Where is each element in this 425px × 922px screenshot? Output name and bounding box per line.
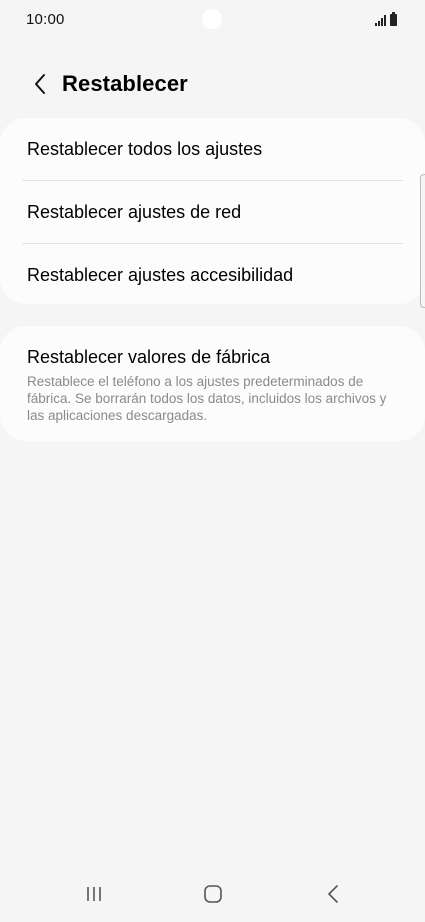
reset-all-settings-item[interactable]: Restablecer todos los ajustes: [0, 118, 425, 180]
status-icons: [375, 12, 397, 26]
factory-reset-title: Restablecer valores de fábrica: [27, 347, 271, 367]
back-button[interactable]: [18, 62, 62, 106]
recent-apps-icon: [87, 887, 101, 901]
status-bar: 10:00: [0, 0, 425, 40]
battery-icon: [390, 12, 397, 26]
list-item-label: Restablecer ajustes de red: [27, 201, 242, 222]
navigation-bar: [0, 866, 425, 922]
camera-cutout: [202, 9, 222, 29]
list-item-label: Restablecer ajustes accesibilidad: [27, 264, 294, 285]
factory-reset-item[interactable]: Restablecer valores de fábrica Restablec…: [0, 326, 425, 424]
scrollbar[interactable]: [420, 174, 425, 308]
header: Restablecer: [0, 62, 425, 106]
chevron-left-icon: [35, 74, 45, 94]
screen: 10:00 Restablecer Restablecer todos los …: [0, 0, 425, 922]
factory-reset-description: Restablece el teléfono a los ajustes pre…: [27, 374, 387, 423]
list-item-label: Restablecer todos los ajustes: [27, 138, 263, 159]
signal-icon: [375, 14, 386, 26]
factory-reset-card: Restablecer valores de fábrica Restablec…: [0, 326, 425, 441]
nav-back-button[interactable]: [313, 880, 353, 908]
reset-accessibility-settings-item[interactable]: Restablecer ajustes accesibilidad: [0, 244, 425, 306]
status-time: 10:00: [26, 11, 65, 28]
back-icon: [328, 885, 338, 903]
home-icon: [204, 885, 222, 903]
recent-apps-button[interactable]: [74, 880, 114, 908]
reset-network-settings-item[interactable]: Restablecer ajustes de red: [0, 181, 425, 243]
page-title: Restablecer: [62, 71, 188, 96]
reset-options-card: Restablecer todos los ajustes Restablece…: [0, 118, 425, 304]
home-button[interactable]: [193, 880, 233, 908]
